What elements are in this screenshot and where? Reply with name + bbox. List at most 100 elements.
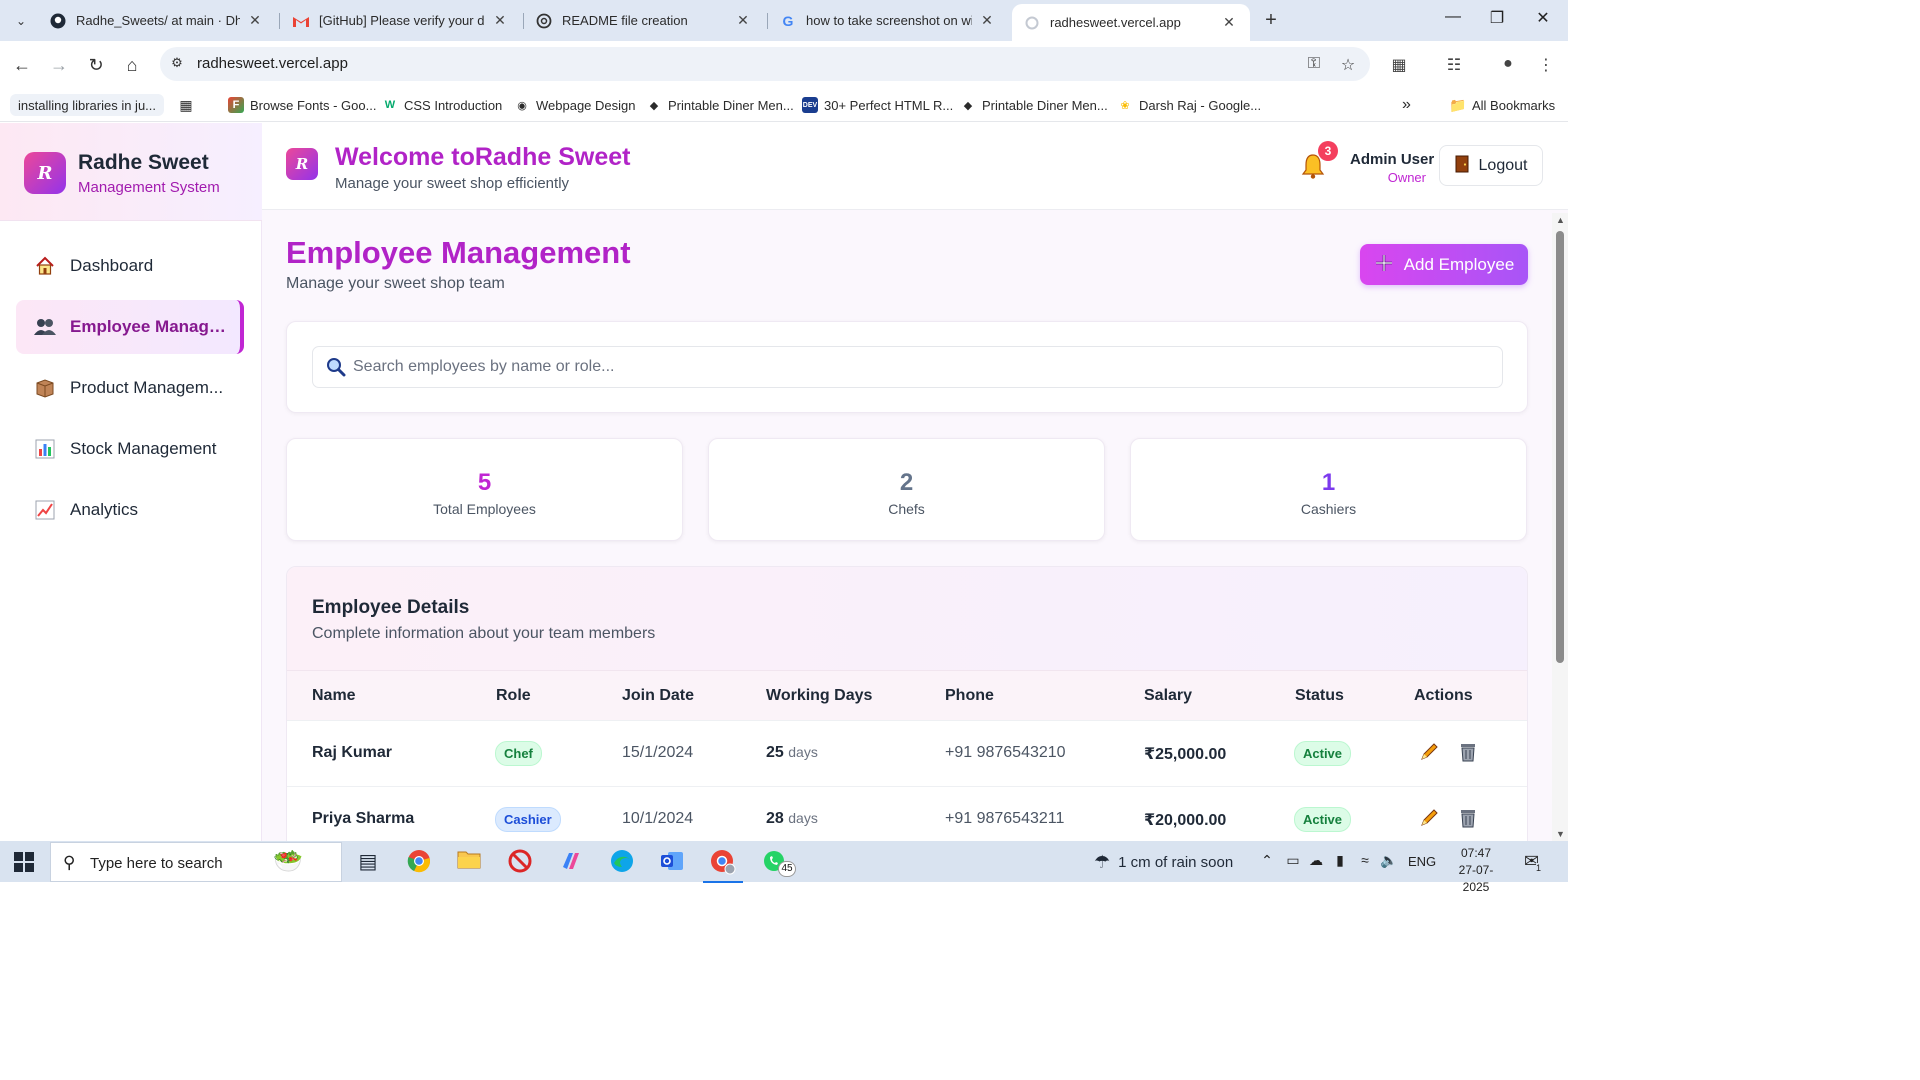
employee-table-card: Employee Details Complete information ab… xyxy=(286,566,1528,841)
salary: ₹25,000.00 xyxy=(1144,746,1227,763)
delete-trash-icon[interactable] xyxy=(1456,741,1480,765)
close-tab-icon[interactable]: ✕ xyxy=(1220,14,1238,31)
chrome-profile-icon[interactable] xyxy=(703,849,743,883)
language-indicator[interactable]: ENG xyxy=(1408,854,1436,869)
forward-icon[interactable]: → xyxy=(47,53,71,77)
bookmark-item[interactable]: W CSS Introduction xyxy=(382,94,502,116)
minimize-icon[interactable]: — xyxy=(1438,8,1468,26)
close-tab-icon[interactable]: ✕ xyxy=(734,12,752,29)
speaker-muted-icon[interactable]: 🔈 xyxy=(1380,852,1398,869)
apps-grid-icon[interactable]: ▦ xyxy=(178,94,200,116)
close-tab-icon[interactable]: ✕ xyxy=(978,12,996,29)
browser-tab[interactable]: G how to take screenshot on winc ✕ xyxy=(768,4,1008,37)
bookmark-item[interactable]: ◆ Printable Diner Men... xyxy=(960,94,1108,116)
site-settings-icon[interactable]: ⚙ xyxy=(168,55,186,73)
header-logo: R xyxy=(286,148,318,180)
sidebar-item-label: Product Managem... xyxy=(70,378,224,397)
stat-value: 5 xyxy=(477,469,492,496)
tab-title: README file creation xyxy=(562,13,688,28)
taskbar-search[interactable]: ⚲ Type here to search 🥗 xyxy=(50,842,342,882)
search-card xyxy=(286,321,1528,413)
sidebar-item-analytics[interactable]: Analytics xyxy=(16,483,244,537)
bookmark-label: Printable Diner Men... xyxy=(982,97,1108,113)
user-role: Owner xyxy=(1387,170,1426,185)
browser-tab[interactable]: [GitHub] Please verify your devi ✕ xyxy=(281,4,521,37)
profile-avatar-icon[interactable]: ● xyxy=(1497,55,1519,73)
diamond-icon: ◆ xyxy=(963,99,973,112)
outlook-icon[interactable] xyxy=(658,849,686,875)
reload-icon[interactable]: ↻ xyxy=(84,53,108,77)
task-view-icon[interactable]: ▤ xyxy=(354,849,382,875)
tab-title: radhesweet.vercel.app xyxy=(1050,15,1181,30)
chrome-icon[interactable] xyxy=(405,849,433,875)
logout-button[interactable]: Logout xyxy=(1439,145,1543,186)
rain-umbrella-icon: ☂ xyxy=(1094,852,1111,872)
more-bookmarks-icon[interactable]: » xyxy=(1402,94,1411,116)
wifi-icon[interactable]: ≈ xyxy=(1356,852,1374,868)
back-icon[interactable]: ← xyxy=(10,53,34,77)
translate-icon[interactable]: ☷ xyxy=(1443,55,1465,75)
sidebar-item-label: Dashboard xyxy=(70,256,154,275)
working-days: 28 days xyxy=(766,810,818,828)
close-tab-icon[interactable]: ✕ xyxy=(246,12,264,29)
device-icon[interactable]: ▭ xyxy=(1284,852,1302,869)
browser-tab-active[interactable]: radhesweet.vercel.app ✕ xyxy=(1012,4,1250,41)
sidebar-item-products[interactable]: Product Managem... xyxy=(16,361,244,415)
scroll-up-arrow-icon[interactable]: ▲ xyxy=(1556,215,1565,225)
bookmark-item[interactable]: installing libraries in ju... xyxy=(10,94,165,116)
tab-search-chevron-icon[interactable]: ⌄ xyxy=(8,8,34,34)
bookmark-item[interactable]: ◉ Webpage Design xyxy=(514,94,635,116)
scroll-down-arrow-icon[interactable]: ▼ xyxy=(1556,829,1565,839)
delete-trash-icon[interactable] xyxy=(1456,807,1480,831)
search-highlight-art-icon: 🥗 xyxy=(273,848,303,875)
extensions-icon[interactable]: ▦ xyxy=(1388,55,1410,75)
edge-icon[interactable] xyxy=(608,849,636,875)
onedrive-cloud-icon[interactable]: ☁ xyxy=(1307,852,1325,869)
edit-pencil-icon[interactable] xyxy=(1417,741,1441,765)
bookmark-item[interactable]: ◆ Printable Diner Men... xyxy=(646,94,794,116)
sidebar-item-employees[interactable]: Employee Manage... xyxy=(16,300,244,354)
tab-title: how to take screenshot on winc xyxy=(806,13,972,28)
bookmark-star-icon[interactable]: ☆ xyxy=(1338,55,1358,75)
windows-taskbar: ⚲ Type here to search 🥗 ▤ 45 ☂ 1 cm of r… xyxy=(0,841,1568,894)
file-explorer-icon[interactable] xyxy=(455,849,483,875)
battery-icon[interactable]: ▮ xyxy=(1331,852,1349,869)
show-hidden-icons-chevron-icon[interactable]: ⌃ xyxy=(1258,852,1276,869)
sidebar-item-stock[interactable]: Stock Management xyxy=(16,422,244,476)
app-header: R Welcome toRadhe Sweet Manage your swee… xyxy=(262,123,1568,210)
omnibox[interactable]: ⚙ radhesweet.vercel.app ⚿ ☆ xyxy=(160,47,1370,81)
home-icon[interactable]: ⌂ xyxy=(120,53,144,77)
page-scrollbar[interactable]: ▲ ▼ xyxy=(1552,213,1568,841)
sidebar-item-dashboard[interactable]: Dashboard xyxy=(16,239,244,293)
blocked-app-icon[interactable] xyxy=(506,849,534,875)
restore-icon[interactable]: ❐ xyxy=(1482,8,1512,28)
password-key-icon[interactable]: ⚿ xyxy=(1304,55,1324,73)
working-days-unit: days xyxy=(788,810,818,826)
join-date: 15/1/2024 xyxy=(622,744,694,761)
search-input[interactable] xyxy=(353,347,1493,387)
browser-tab[interactable]: Radhe_Sweets/ at main · Dhruv ✕ xyxy=(38,4,276,37)
bookmark-item[interactable]: F Browse Fonts - Goo... xyxy=(228,94,376,116)
table-row: Raj Kumar Chef 15/1/2024 25 days +91 987… xyxy=(287,720,1527,786)
bookmark-item[interactable]: ❀ Darsh Raj - Google... xyxy=(1117,94,1261,116)
url-text[interactable]: radhesweet.vercel.app xyxy=(197,55,348,72)
new-tab-icon[interactable]: + xyxy=(1260,9,1282,32)
browser-menu-icon[interactable]: ⋮ xyxy=(1535,55,1557,75)
bookmark-item[interactable]: DEV 30+ Perfect HTML R... xyxy=(802,94,953,116)
copilot-icon[interactable] xyxy=(557,849,585,875)
windows-start-icon[interactable] xyxy=(14,852,34,872)
close-tab-icon[interactable]: ✕ xyxy=(491,12,509,29)
column-header: Phone xyxy=(945,687,994,704)
salary: ₹20,000.00 xyxy=(1144,812,1227,829)
welcome-title: Welcome toRadhe Sweet xyxy=(335,143,631,171)
all-bookmarks[interactable]: 📁 All Bookmarks xyxy=(1449,94,1555,116)
search-box[interactable] xyxy=(312,346,1503,388)
weather-widget[interactable]: ☂ 1 cm of rain soon xyxy=(1094,852,1233,873)
bookmarks-bar: installing libraries in ju... ▦ F Browse … xyxy=(0,88,1568,122)
system-clock[interactable]: 07:47 27-07-2025 xyxy=(1446,845,1506,896)
scroll-thumb[interactable] xyxy=(1556,231,1564,663)
browser-tab[interactable]: README file creation ✕ xyxy=(524,4,764,37)
add-employee-button[interactable]: Add Employee xyxy=(1360,244,1528,285)
edit-pencil-icon[interactable] xyxy=(1417,807,1441,831)
close-window-icon[interactable]: ✕ xyxy=(1528,8,1558,28)
